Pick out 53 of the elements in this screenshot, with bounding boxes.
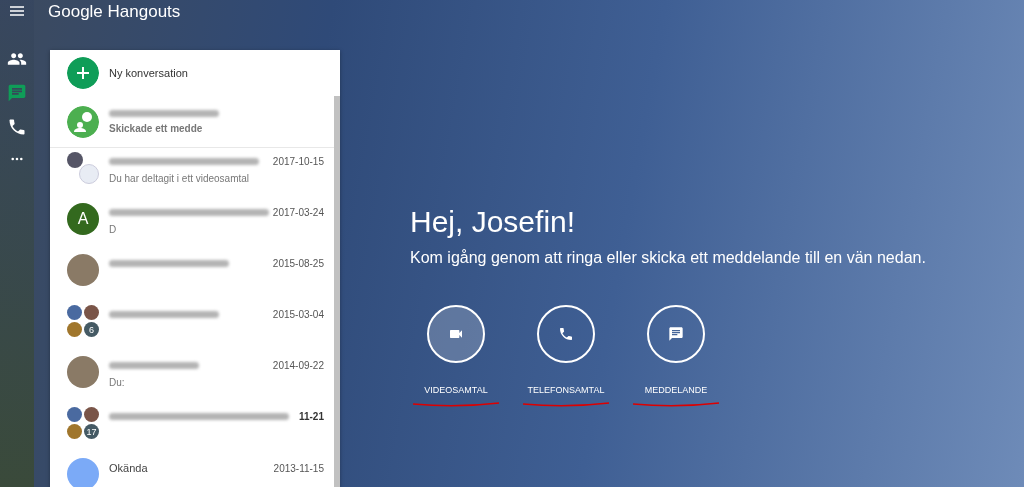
message-call-button[interactable] xyxy=(647,305,705,363)
conversation-date: 2017-03-24 xyxy=(272,207,324,218)
scrollbar-thumb[interactable] xyxy=(334,96,340,487)
conversation-item[interactable]: 17 11-21 xyxy=(50,403,334,454)
invite-person-icon xyxy=(67,105,99,138)
conversation-item[interactable]: A 2017-03-24 D xyxy=(50,199,334,250)
avatar-circle xyxy=(79,164,99,184)
avatar-circle xyxy=(67,356,99,388)
plus-icon xyxy=(67,57,99,89)
message-snippet: Du har deltagit i ett videosamtal xyxy=(109,173,251,184)
conversation-date: 2017-10-15 xyxy=(272,156,324,167)
conversation-date: 2015-03-04 xyxy=(272,309,324,320)
conversation-item[interactable]: 2017-10-15 Du har deltagit i ett videosamtal xyxy=(50,148,334,199)
action-label[interactable]: TELEFONSAMTAL xyxy=(527,385,605,395)
avatar-circle xyxy=(84,305,99,320)
phone-icon xyxy=(558,326,574,342)
letter-avatar: A xyxy=(67,203,99,235)
conversation-item[interactable]: 2014-09-22 Du: xyxy=(50,352,334,403)
avatar-circle xyxy=(67,407,82,422)
menu-icon[interactable] xyxy=(10,6,24,16)
conversation-item[interactable]: Okända 2013-11-15 xyxy=(50,454,334,487)
greeting-subtitle: Kom igång genom att ringa eller skicka ett meddelande till en vän nedan. xyxy=(410,249,927,267)
avatar-circle xyxy=(67,424,82,439)
avatar-circle xyxy=(67,254,99,286)
action-label[interactable]: MEDDELANDE xyxy=(644,385,708,395)
phone-call-button[interactable] xyxy=(537,305,595,363)
conversation-date: 11-21 xyxy=(298,411,324,422)
action-label[interactable]: VIDEOSAMTAL xyxy=(424,385,488,395)
chat-icon[interactable] xyxy=(7,83,27,103)
message-snippet: D xyxy=(109,224,118,235)
message-icon xyxy=(668,326,684,342)
phone-icon[interactable] xyxy=(7,117,27,137)
person-avatar-icon xyxy=(67,458,99,487)
conversation-item[interactable]: 6 2015-03-04 xyxy=(50,301,334,352)
conversation-date: 2014-09-22 xyxy=(272,360,324,371)
app-title: Google Hangouts xyxy=(47,1,182,23)
conversation-item[interactable]: 2015-08-25 xyxy=(50,250,334,301)
message-snippet: Skickade ett medde xyxy=(109,122,204,134)
avatar-circle xyxy=(84,407,99,422)
avatar-circle xyxy=(67,305,82,320)
more-icon[interactable] xyxy=(11,157,23,161)
member-count: 17 xyxy=(84,424,99,439)
new-conversation-item[interactable]: Ny konversation xyxy=(50,50,340,96)
message-snippet: Du: xyxy=(109,377,126,388)
greeting-heading: Hej, Josefin! xyxy=(410,205,577,239)
video-call-button[interactable] xyxy=(427,305,485,363)
conversation-date: 2015-08-25 xyxy=(272,258,324,269)
avatar-circle xyxy=(67,322,82,337)
conversation-date: 2013-11-15 xyxy=(273,462,324,474)
member-count: 6 xyxy=(84,322,99,337)
avatar-circle xyxy=(67,152,83,168)
conversation-item[interactable]: Skickade ett medde xyxy=(50,96,334,148)
contact-name: Okända xyxy=(109,462,148,474)
